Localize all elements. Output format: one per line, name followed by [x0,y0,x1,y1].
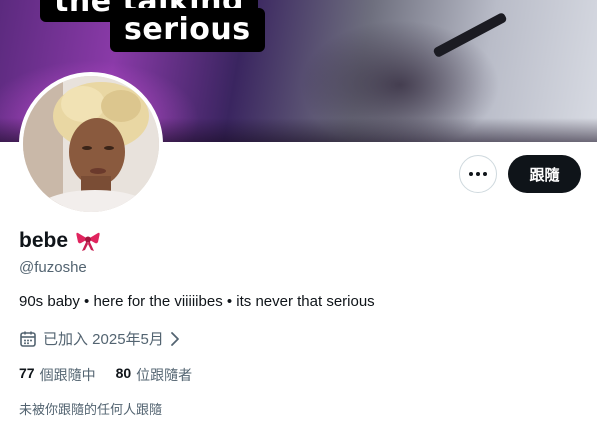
banner-caption-line2: serious [110,8,265,52]
following-stat-link[interactable]: 77 個跟隨中 [19,365,96,385]
followers-count: 80 [115,365,132,381]
ribbon-bow-icon [76,230,100,252]
following-label: 個跟隨中 [39,367,96,383]
followers-label: 位跟隨者 [136,367,193,383]
followers-stat-link[interactable]: 80 位跟隨者 [116,365,193,385]
profile-handle: @fuzoshe [19,259,87,276]
more-horizontal-icon [469,172,487,176]
follow-stats: 77 個跟隨中 80 位跟隨者 [19,365,192,385]
display-name-row: bebe [19,229,100,253]
more-options-button[interactable] [459,155,497,193]
avatar-image [23,76,159,212]
profile-bio: 90s baby • here for the viiiiibes • its … [19,293,375,310]
display-name: bebe [19,229,69,252]
calendar-icon [19,330,37,348]
profile-avatar[interactable] [19,72,163,216]
follow-button[interactable]: 跟隨 [508,155,581,193]
joined-date-text: 已加入 2025年5月 [43,331,164,348]
chevron-right-icon [170,331,180,347]
joined-date-row[interactable]: 已加入 2025年5月 [19,328,180,349]
followed-by-note: 未被你跟隨的任何人跟隨 [19,402,163,417]
following-count: 77 [19,365,35,381]
